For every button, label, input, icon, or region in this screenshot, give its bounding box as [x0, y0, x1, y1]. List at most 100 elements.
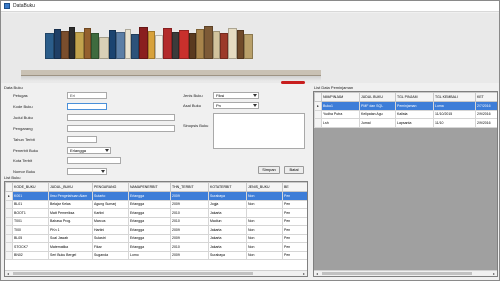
table-cell[interactable]: Pen: [282, 233, 307, 243]
table-cell[interactable]: Non: [246, 191, 283, 201]
table-cell[interactable]: Belajar Kelas: [48, 199, 93, 209]
table-cell[interactable]: K001: [12, 191, 49, 201]
table-cell[interactable]: Kartini: [92, 208, 129, 218]
table-cell[interactable]: Pen: [282, 191, 307, 201]
table-row[interactable]: STOCK7 Matematika Fikar Erlangga 2010 Ja…: [5, 242, 307, 252]
table-cell[interactable]: Non: [246, 199, 283, 209]
table-cell[interactable]: 2010: [170, 208, 209, 218]
table-cell[interactable]: Erlangga: [128, 208, 171, 218]
table-cell[interactable]: Lsh: [321, 118, 360, 128]
table-cell[interactable]: Jakarta: [208, 225, 247, 235]
petugas-field[interactable]: Eri: [67, 92, 107, 99]
table-cell[interactable]: 11/10: [433, 118, 476, 128]
penerbit-select[interactable]: Erlangga: [67, 147, 111, 154]
table-cell[interactable]: Soal Jawab: [48, 233, 93, 243]
sinopsis-textarea[interactable]: [213, 113, 305, 149]
table-cell[interactable]: Yudha Putra: [321, 109, 360, 119]
batal-button[interactable]: Batal: [284, 166, 304, 174]
table-cell[interactable]: TI00: [12, 225, 49, 235]
books-horizontal-scrollbar[interactable]: ◂ ▸: [5, 270, 307, 276]
table-cell[interactable]: Non: [246, 225, 283, 235]
pengarang-input[interactable]: [67, 125, 175, 132]
table-cell[interactable]: 2009: [170, 225, 209, 235]
scroll-right-icon[interactable]: ▸: [491, 271, 497, 276]
table-cell[interactable]: Non: [246, 250, 283, 260]
column-header[interactable]: JUDUL_BUKU: [48, 182, 93, 192]
table-cell[interactable]: Non: [246, 233, 283, 243]
table-cell[interactable]: Seri Buku Bergel: [48, 250, 93, 260]
simpan-button[interactable]: Simpan: [258, 166, 280, 174]
table-cell[interactable]: Loma: [433, 101, 476, 111]
table-cell[interactable]: 2009: [170, 199, 209, 209]
table-cell[interactable]: Non: [246, 242, 283, 252]
table-cell[interactable]: Matematika: [48, 242, 93, 252]
nomor-buku-select[interactable]: [67, 168, 107, 175]
table-cell[interactable]: 2009: [170, 233, 209, 243]
table-cell[interactable]: 2010: [170, 216, 209, 226]
tahun-terbit-input[interactable]: [67, 136, 97, 143]
table-row[interactable]: TI00 PKn 1 Hartini Erlangga 2009 Jakarta…: [5, 225, 307, 235]
table-cell[interactable]: Jakarta: [208, 208, 247, 218]
table-row[interactable]: ▸ Buku1 PMF dan SQL Peminjaman Loma 2/7/…: [314, 101, 497, 111]
table-cell[interactable]: Sulastri: [92, 233, 129, 243]
table-cell[interactable]: BL05: [12, 233, 49, 243]
column-header[interactable]: NAMAPENERBIT: [128, 182, 171, 192]
scrollbar-thumb[interactable]: [322, 272, 472, 275]
table-cell[interactable]: Erlangga: [128, 199, 171, 209]
table-row[interactable]: ▸ K001 Ilmu Pengetahuan Alam Sutarto Erl…: [5, 191, 307, 201]
scroll-left-icon[interactable]: ◂: [314, 271, 320, 276]
column-header[interactable]: BE: [282, 182, 307, 192]
table-cell[interactable]: Agung Sumarj: [92, 199, 129, 209]
table-cell[interactable]: Jakarta: [208, 233, 247, 243]
table-cell[interactable]: PMF dan SQL: [359, 101, 396, 111]
table-cell[interactable]: Matt Pemeriksa: [48, 208, 93, 218]
column-header[interactable]: JUDUL BUKU: [359, 92, 396, 102]
table-cell[interactable]: Ilmu Pengetahuan Alam: [48, 191, 93, 201]
table-cell[interactable]: Kelipatan Agu: [359, 109, 396, 119]
column-header[interactable]: NIM/PINJAM: [321, 92, 360, 102]
column-header[interactable]: TGL KEMBALI: [433, 92, 476, 102]
table-cell[interactable]: 2010: [170, 242, 209, 252]
table-cell[interactable]: Erlangga: [128, 233, 171, 243]
jenis-buku-select[interactable]: Fiksi: [213, 92, 259, 99]
judul-buku-input[interactable]: [67, 114, 175, 121]
column-header[interactable]: JENIS_BUKU: [246, 182, 283, 192]
table-cell[interactable]: BOOT1: [12, 208, 49, 218]
table-cell[interactable]: Erlangga: [128, 216, 171, 226]
table-cell[interactable]: 2/9/2016: [475, 118, 497, 128]
table-cell[interactable]: Surabaya: [208, 250, 247, 260]
table-row[interactable]: BN02 Seri Buku Bergel Suganda Lomo 2009 …: [5, 250, 307, 260]
table-cell[interactable]: Pen: [282, 242, 307, 252]
table-cell[interactable]: Jurnal: [359, 118, 396, 128]
table-cell[interactable]: Kalista: [395, 109, 434, 119]
table-cell[interactable]: 11/10/2015: [433, 109, 476, 119]
table-cell[interactable]: STOCK7: [12, 242, 49, 252]
table-cell[interactable]: Bahasa Prog.: [48, 216, 93, 226]
table-row[interactable]: BL05 Soal Jawab Sulastri Erlangga 2009 J…: [5, 233, 307, 243]
table-cell[interactable]: Non: [246, 216, 283, 226]
kode-buku-input[interactable]: [67, 103, 107, 110]
table-cell[interactable]: T001: [12, 216, 49, 226]
table-cell[interactable]: Fikar: [92, 242, 129, 252]
table-row[interactable]: Lsh Jurnal Lapsanta 11/10 2/9/2016: [314, 118, 497, 128]
table-cell[interactable]: 2009: [170, 191, 209, 201]
table-cell[interactable]: PKn 1: [48, 225, 93, 235]
table-row[interactable]: Yudha Putra Kelipatan Agu Kalista 11/10/…: [314, 109, 497, 119]
table-cell[interactable]: Jogja: [208, 199, 247, 209]
table-cell[interactable]: Hartini: [92, 225, 129, 235]
column-header[interactable]: KODE_BUKU: [12, 182, 49, 192]
table-cell[interactable]: 2/7/2016: [475, 101, 497, 111]
table-cell[interactable]: Marcus: [92, 216, 129, 226]
loans-horizontal-scrollbar[interactable]: ◂ ▸: [314, 270, 497, 276]
scrollbar-thumb[interactable]: [13, 272, 253, 275]
table-cell[interactable]: Madiun: [208, 216, 247, 226]
books-grid[interactable]: KODE_BUKU JUDUL_BUKU PENGARANG NAMAPENER…: [4, 181, 308, 277]
table-cell[interactable]: Peminjaman: [395, 101, 434, 111]
table-cell[interactable]: Jakarta: [208, 242, 247, 252]
table-row[interactable]: T001 Bahasa Prog. Marcus Erlangga 2010 M…: [5, 216, 307, 226]
asal-buku-select[interactable]: Pn: [213, 102, 259, 109]
kota-terbit-input[interactable]: [67, 157, 121, 164]
column-header[interactable]: KOTATERBIT: [208, 182, 247, 192]
table-row[interactable]: BOOT1 Matt Pemeriksa Kartini Erlangga 20…: [5, 208, 307, 218]
table-cell[interactable]: Pen: [282, 199, 307, 209]
